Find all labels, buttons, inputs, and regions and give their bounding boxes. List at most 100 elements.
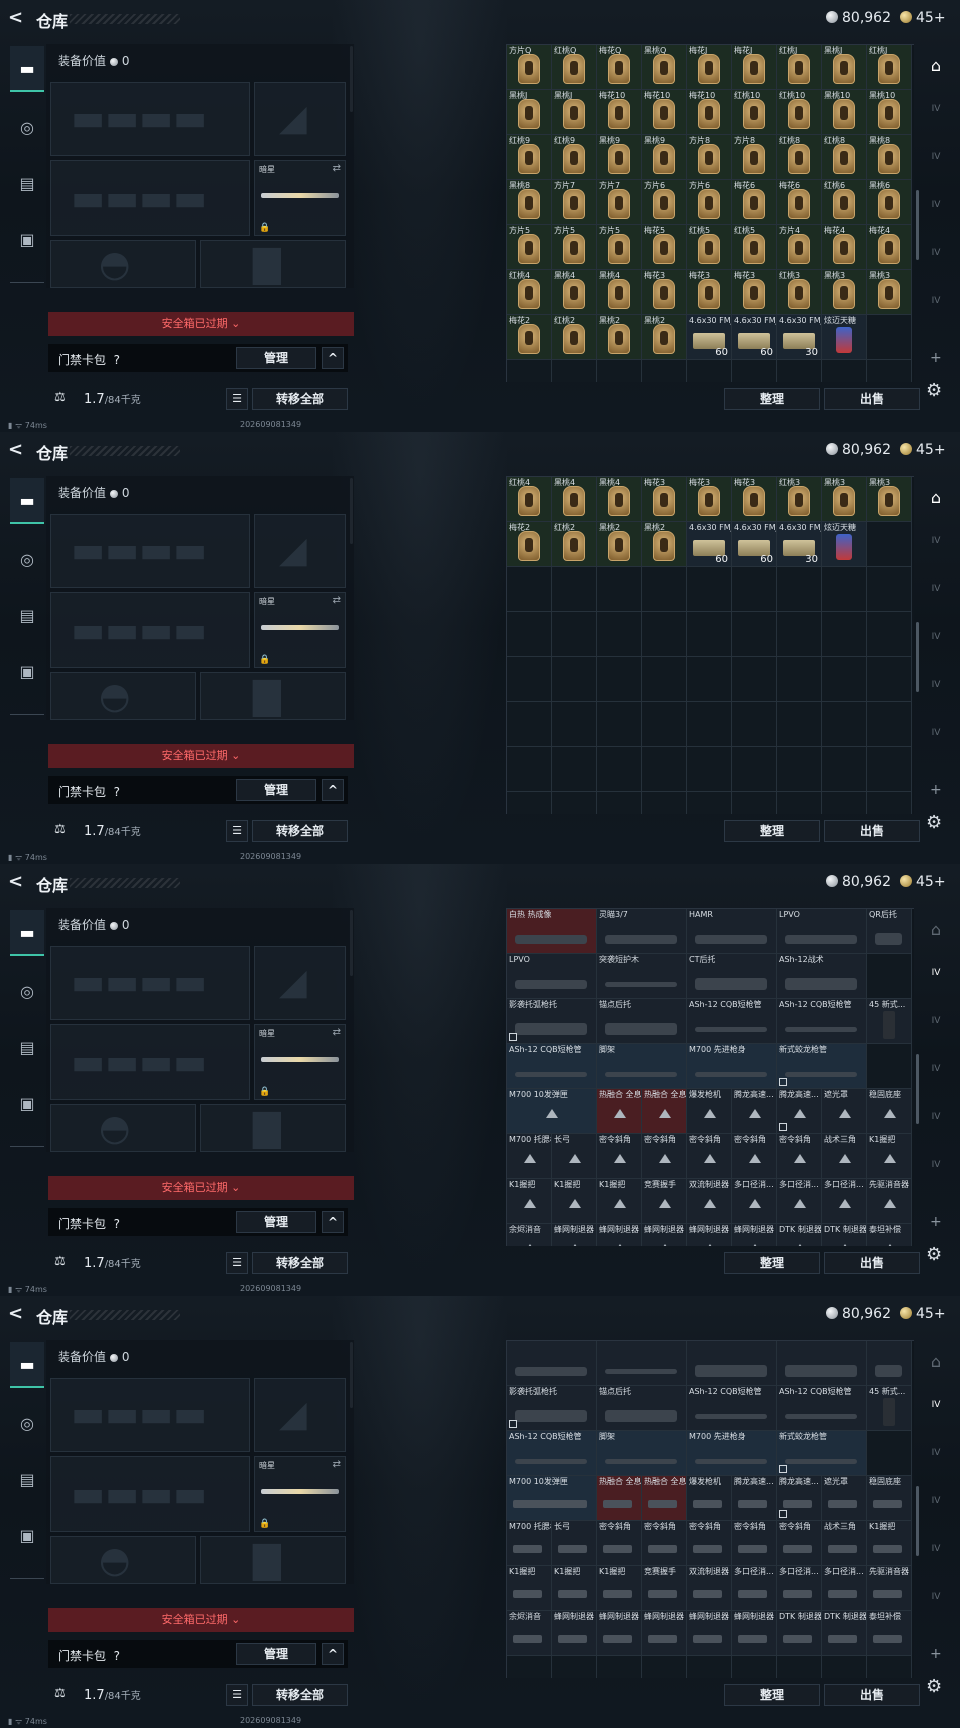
safe-box-expired-banner[interactable]: 安全箱已过期 ⌄ [48, 744, 354, 768]
stash-item[interactable]: 方片6 [687, 180, 732, 225]
sort-button[interactable]: 整理 [724, 1252, 820, 1274]
stash-item[interactable]: 黑桃3 [822, 477, 867, 522]
back-arrow-icon[interactable]: < [8, 8, 28, 28]
stash-item[interactable]: 黑桃3 [867, 477, 912, 522]
secondary-weapon-slot[interactable]: ▬▬▬▬ [50, 160, 250, 236]
tab-armor-helmet-icon[interactable]: ◎ [10, 1400, 44, 1446]
add-stash-icon[interactable]: + [930, 782, 942, 798]
tab-stash-2[interactable]: IV [924, 104, 948, 126]
stash-item[interactable]: 脚架 [597, 1431, 687, 1476]
stash-item[interactable]: 黑桃2 [642, 522, 687, 567]
stash-item[interactable]: 梅花2 [507, 315, 552, 360]
tab-stash-6[interactable]: IV [924, 296, 948, 318]
stash-item[interactable]: 黑桃9 [597, 135, 642, 180]
stash-item[interactable]: 红桃3 [777, 477, 822, 522]
stash-item[interactable]: DTK 制退器 [822, 1224, 867, 1246]
stash-item[interactable]: 红桃6 [822, 180, 867, 225]
stash-item[interactable]: ASh-12战术 [777, 954, 867, 999]
melee-slot[interactable]: 暗星 ⇄ 🔒 [254, 1024, 346, 1100]
stash-item[interactable]: 方片5 [507, 225, 552, 270]
safe-box-expired-banner[interactable]: 安全箱已过期 ⌄ [48, 1608, 354, 1632]
armor-slot[interactable]: ▇ [200, 1536, 346, 1584]
stash-item[interactable]: 双流制退器 [687, 1566, 732, 1611]
tab-backpack-icon[interactable]: ▣ [10, 1080, 44, 1126]
pistol-slot[interactable]: ◢ [254, 946, 346, 1020]
stash-item[interactable]: 方片7 [597, 180, 642, 225]
stash-item[interactable]: 密令斜角 [777, 1521, 822, 1566]
stash-item[interactable]: 黑桃J [552, 90, 597, 135]
stash-item[interactable]: 4.6x30 FMJ 60 [732, 522, 777, 567]
stash-item[interactable]: DTK 制退器 [777, 1611, 822, 1656]
stash-item[interactable]: 方片8 [687, 135, 732, 180]
collapse-chevron-icon[interactable]: ^ [322, 347, 344, 369]
stash-item[interactable]: 红桃4 [507, 477, 552, 522]
stash-item[interactable]: 泰坦补偿 [867, 1224, 912, 1246]
tab-stash-4[interactable]: IV [924, 1064, 948, 1086]
add-stash-icon[interactable]: + [930, 350, 942, 366]
stash-item[interactable]: 4.6x30 FMJ 60 [687, 315, 732, 360]
stash-item[interactable]: 余烬消音 [507, 1611, 552, 1656]
stash-item[interactable]: 黑桃3 [867, 270, 912, 315]
stash-item[interactable]: 蜂网制退器 [597, 1224, 642, 1246]
stash-item[interactable]: LPVO [507, 954, 597, 999]
stash-item[interactable]: 红桃9 [507, 135, 552, 180]
stash-item[interactable]: 密令斜角 [777, 1134, 822, 1179]
tab-backpack-icon[interactable]: ▣ [10, 1512, 44, 1558]
stash-item[interactable]: 遮光罩 [822, 1089, 867, 1134]
swap-icon[interactable]: ⇄ [333, 595, 341, 606]
collapse-chevron-icon[interactable]: ^ [322, 779, 344, 801]
stash-item[interactable]: 黑桃10 [867, 90, 912, 135]
tab-weapons-gun-icon[interactable]: ▬ [10, 478, 44, 524]
melee-slot[interactable]: 暗星 ⇄ 🔒 [254, 1456, 346, 1532]
sell-button[interactable]: 出售 [824, 1684, 920, 1706]
stash-item[interactable]: K1握把 [597, 1179, 642, 1224]
tab-stash-5[interactable]: IV [924, 248, 948, 270]
stash-item[interactable]: 蜂网制退器 [732, 1224, 777, 1246]
stash-item[interactable]: 密令斜角 [642, 1134, 687, 1179]
stash-item[interactable]: 新式蛟龙枪管 [777, 1044, 867, 1089]
stash-item[interactable]: ASh-12 CQB短枪管 [777, 1386, 867, 1431]
primary-weapon-slot[interactable]: ▬▬▬▬ [50, 82, 250, 156]
stash-item[interactable]: M700 10发弹匣 [507, 1089, 597, 1134]
stash-item[interactable]: 蜂网制退器 [687, 1611, 732, 1656]
back-arrow-icon[interactable]: < [8, 440, 28, 460]
stash-item[interactable]: M700 托腮板 [507, 1134, 552, 1179]
stash-item[interactable]: K1握把 [507, 1179, 552, 1224]
add-stash-icon[interactable]: + [930, 1646, 942, 1662]
stash-item[interactable]: 梅花10 [687, 90, 732, 135]
secondary-weapon-slot[interactable]: ▬▬▬▬ [50, 1456, 250, 1532]
stash-item[interactable]: 突袭短护木 [597, 954, 687, 999]
stash-item[interactable]: 梅花6 [732, 180, 777, 225]
list-view-icon[interactable]: ☰ [226, 388, 248, 410]
sell-button[interactable]: 出售 [824, 1252, 920, 1274]
primary-weapon-slot[interactable]: ▬▬▬▬ [50, 946, 250, 1020]
stash-item[interactable]: 蜂网制退器 [732, 1611, 777, 1656]
helmet-slot[interactable]: ◓ [50, 240, 196, 288]
stash-item[interactable]: 余烬消音 [507, 1224, 552, 1246]
stash-item[interactable]: 红桃2 [552, 522, 597, 567]
stash-item[interactable]: 热融合 全息 [642, 1089, 687, 1134]
stash-item[interactable]: 梅花J [687, 45, 732, 90]
stash-item[interactable]: 梅花3 [642, 477, 687, 522]
stash-item[interactable]: 红桃5 [687, 225, 732, 270]
stash-item[interactable]: 黑桃2 [597, 522, 642, 567]
tab-main-stash-icon[interactable]: ⌂ [924, 488, 948, 510]
stash-item[interactable]: 黑桃9 [642, 135, 687, 180]
tab-main-stash-icon[interactable]: ⌂ [924, 1352, 948, 1374]
stash-item[interactable]: 密令斜角 [732, 1134, 777, 1179]
stash-item[interactable]: 红桃2 [552, 315, 597, 360]
tab-main-stash-icon[interactable]: ⌂ [924, 56, 948, 78]
stash-item[interactable]: 红桃J [777, 45, 822, 90]
tab-stash-2[interactable]: IV [924, 536, 948, 558]
armor-slot[interactable]: ▇ [200, 1104, 346, 1152]
collapse-chevron-icon[interactable]: ^ [322, 1211, 344, 1233]
melee-slot[interactable]: 暗星 ⇄ 🔒 [254, 592, 346, 668]
stash-item[interactable]: 密令斜角 [597, 1521, 642, 1566]
stash-item[interactable]: 双流制退器 [687, 1179, 732, 1224]
swap-icon[interactable]: ⇄ [333, 1027, 341, 1038]
gold-currency[interactable]: 45+ [900, 441, 946, 459]
stash-item[interactable]: 红桃8 [777, 135, 822, 180]
stash-item[interactable]: 多口径消... [732, 1179, 777, 1224]
stash-item[interactable]: 黑桃Q [642, 45, 687, 90]
stash-item[interactable]: 黑桃4 [597, 477, 642, 522]
